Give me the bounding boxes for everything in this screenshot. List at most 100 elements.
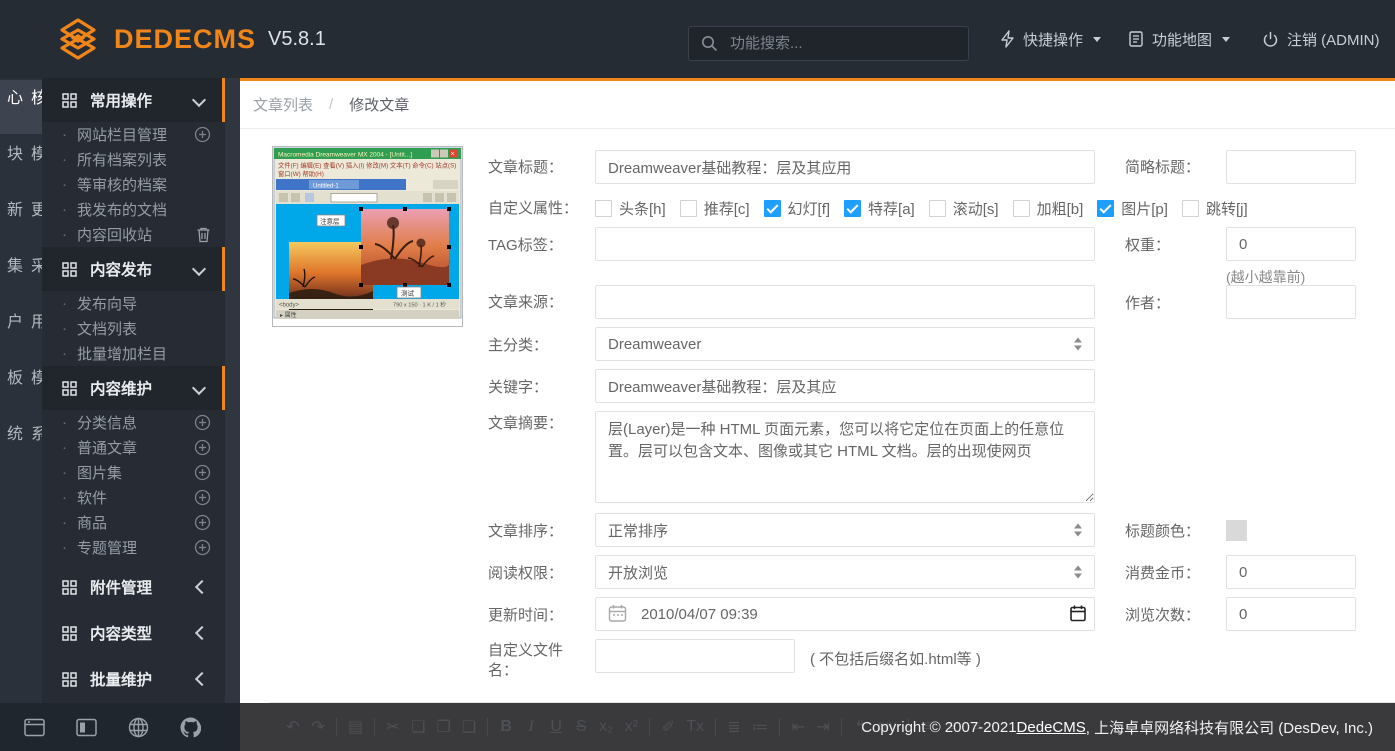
- attribute-checkbox[interactable]: 跳转[j]: [1182, 198, 1248, 219]
- sidebar-menu-row[interactable]: · 图片集: [42, 460, 225, 485]
- editor-toolbar-icon[interactable]: ⇤: [791, 717, 805, 737]
- sidebar-menu-row[interactable]: · 软件: [42, 485, 225, 510]
- sidebar-menu-row[interactable]: 附件管理: [42, 568, 225, 606]
- editor-toolbar-icon[interactable]: I: [524, 718, 538, 736]
- editor-toolbar-icon[interactable]: ▤: [348, 717, 363, 737]
- module-rail-tab[interactable]: 系统: [0, 416, 48, 470]
- editor-toolbar-icon[interactable]: ⇥: [816, 717, 830, 737]
- add-icon[interactable]: [194, 489, 211, 506]
- filename-input[interactable]: [595, 639, 795, 673]
- logout-button[interactable]: 注销 (ADMIN): [1262, 0, 1380, 78]
- summary-textarea[interactable]: 层(Layer)是一种 HTML 页面元素，您可以将它定位在页面上的任意位置。层…: [595, 411, 1095, 503]
- attribute-checkbox[interactable]: 滚动[s]: [929, 198, 999, 219]
- tag-input[interactable]: [595, 227, 1095, 261]
- attribute-checkbox[interactable]: 特荐[a]: [844, 198, 915, 219]
- title-color-swatch[interactable]: [1226, 520, 1247, 541]
- views-input[interactable]: [1226, 597, 1356, 631]
- sidebar-menu-row[interactable]: 常用操作: [42, 78, 225, 122]
- update-time-input[interactable]: 2010/04/07 09:39: [595, 597, 1095, 631]
- keyword-input[interactable]: [595, 369, 1095, 403]
- editor-toolbar-icon[interactable]: ≔: [752, 717, 768, 737]
- attribute-checkbox[interactable]: 图片[p]: [1097, 198, 1168, 219]
- search-input[interactable]: [728, 34, 956, 53]
- sidebar-menu-row[interactable]: · 等审核的档案: [42, 172, 225, 197]
- sidebar-menu-row[interactable]: · 专题管理: [42, 535, 225, 560]
- editor-toolbar-icon[interactable]: Tx: [686, 718, 704, 736]
- editor-toolbar-icon[interactable]: ❐: [436, 717, 450, 737]
- editor-toolbar-icon[interactable]: [487, 718, 488, 736]
- editor-toolbar-icon[interactable]: S: [574, 718, 588, 736]
- attribute-checkbox[interactable]: 幻灯[f]: [764, 198, 831, 219]
- source-input[interactable]: [595, 285, 1095, 319]
- module-rail-tab[interactable]: 采集: [0, 248, 48, 302]
- sidebar-menu-row[interactable]: · 分类信息: [42, 410, 225, 435]
- editor-toolbar-icon[interactable]: B: [499, 718, 513, 736]
- sidebar-menu-row[interactable]: · 批量增加栏目: [42, 341, 225, 366]
- dedecms-link[interactable]: DedeCMS: [1017, 719, 1086, 736]
- editor-toolbar-icon[interactable]: ❏: [411, 717, 425, 737]
- function-search-box[interactable]: [688, 26, 969, 61]
- editor-toolbar-icon[interactable]: [841, 718, 842, 736]
- add-icon[interactable]: [194, 464, 211, 481]
- sort-select[interactable]: 正常排序: [595, 513, 1095, 547]
- module-rail-tab[interactable]: 更新: [0, 192, 48, 246]
- sidebar-menu-row[interactable]: 内容维护: [42, 366, 225, 410]
- calendar-picker-icon[interactable]: [1070, 605, 1086, 622]
- editor-toolbar-icon[interactable]: ✂: [386, 717, 400, 737]
- editor-toolbar-icon[interactable]: [374, 718, 375, 736]
- feature-map-menu[interactable]: 功能地图: [1128, 0, 1230, 78]
- editor-toolbar-icon[interactable]: x²: [624, 718, 638, 736]
- module-rail-tab[interactable]: 模块: [0, 136, 48, 190]
- sidebar-menu-row[interactable]: 内容发布: [42, 247, 225, 291]
- module-rail-tab[interactable]: 核心: [0, 80, 48, 134]
- sidebar-menu-row[interactable]: · 所有档案列表: [42, 147, 225, 172]
- permission-select[interactable]: 开放浏览: [595, 555, 1095, 589]
- attribute-checkbox[interactable]: 头条[h]: [595, 198, 666, 219]
- coin-input[interactable]: [1226, 555, 1356, 589]
- editor-toolbar-icon[interactable]: x₂: [599, 718, 613, 736]
- editor-toolbar-icon[interactable]: [649, 718, 650, 736]
- browser-window-icon[interactable]: [24, 718, 45, 737]
- attribute-checkbox[interactable]: 加粗[b]: [1013, 198, 1084, 219]
- attribute-checkbox[interactable]: 推荐[c]: [680, 198, 750, 219]
- trash-icon[interactable]: [196, 226, 211, 243]
- editor-toolbar-icon[interactable]: ❑: [462, 717, 476, 737]
- layout-columns-icon[interactable]: [76, 718, 97, 737]
- sidebar-menu-row[interactable]: 批量维护: [42, 660, 225, 698]
- sidebar-menu-row[interactable]: · 商品: [42, 510, 225, 535]
- title-input[interactable]: [595, 150, 1095, 184]
- category-select[interactable]: Dreamweaver: [595, 327, 1095, 361]
- sidebar-menu-row[interactable]: · 我发布的文档: [42, 197, 225, 222]
- add-icon[interactable]: [194, 539, 211, 556]
- breadcrumb-article-list[interactable]: 文章列表: [253, 94, 313, 115]
- add-icon[interactable]: [194, 439, 211, 456]
- sidebar-menu-row[interactable]: · 普通文章: [42, 435, 225, 460]
- author-input[interactable]: [1226, 285, 1356, 319]
- footer-bar: ↶ ↷ ▤ ✂ ❏ ❐ ❑ B I: [0, 703, 1395, 751]
- globe-icon[interactable]: [128, 717, 149, 738]
- editor-toolbar-icon[interactable]: ✐: [661, 717, 675, 737]
- github-icon[interactable]: [180, 717, 201, 738]
- editor-toolbar-icon[interactable]: ↷: [311, 717, 325, 737]
- editor-toolbar-icon[interactable]: [715, 718, 716, 736]
- title-label: 文章标题：: [488, 158, 563, 178]
- sidebar-menu-row[interactable]: 内容类型: [42, 614, 225, 652]
- editor-toolbar-icon[interactable]: ≣: [727, 717, 741, 737]
- sidebar-menu-row[interactable]: · 网站栏目管理: [42, 122, 225, 147]
- sidebar-menu-row[interactable]: · 内容回收站: [42, 222, 225, 247]
- sidebar-menu-row[interactable]: · 发布向导: [42, 291, 225, 316]
- add-icon[interactable]: [194, 126, 211, 143]
- quick-actions-menu[interactable]: 快捷操作: [1000, 0, 1101, 78]
- editor-toolbar-icon[interactable]: U: [549, 718, 563, 736]
- module-rail-tab[interactable]: 用户: [0, 304, 48, 358]
- short-title-input[interactable]: [1226, 150, 1356, 184]
- add-icon[interactable]: [194, 414, 211, 431]
- editor-toolbar-icon[interactable]: [336, 718, 337, 736]
- weight-input[interactable]: [1226, 227, 1356, 261]
- module-rail-tab[interactable]: 模板: [0, 360, 48, 414]
- editor-toolbar-icon[interactable]: ↶: [286, 717, 300, 737]
- add-icon[interactable]: [194, 514, 211, 531]
- editor-toolbar-icon[interactable]: [779, 718, 780, 736]
- sidebar-menu-row[interactable]: · 文档列表: [42, 316, 225, 341]
- dedecms-logo[interactable]: DEDECMS V5.8.1: [56, 17, 326, 61]
